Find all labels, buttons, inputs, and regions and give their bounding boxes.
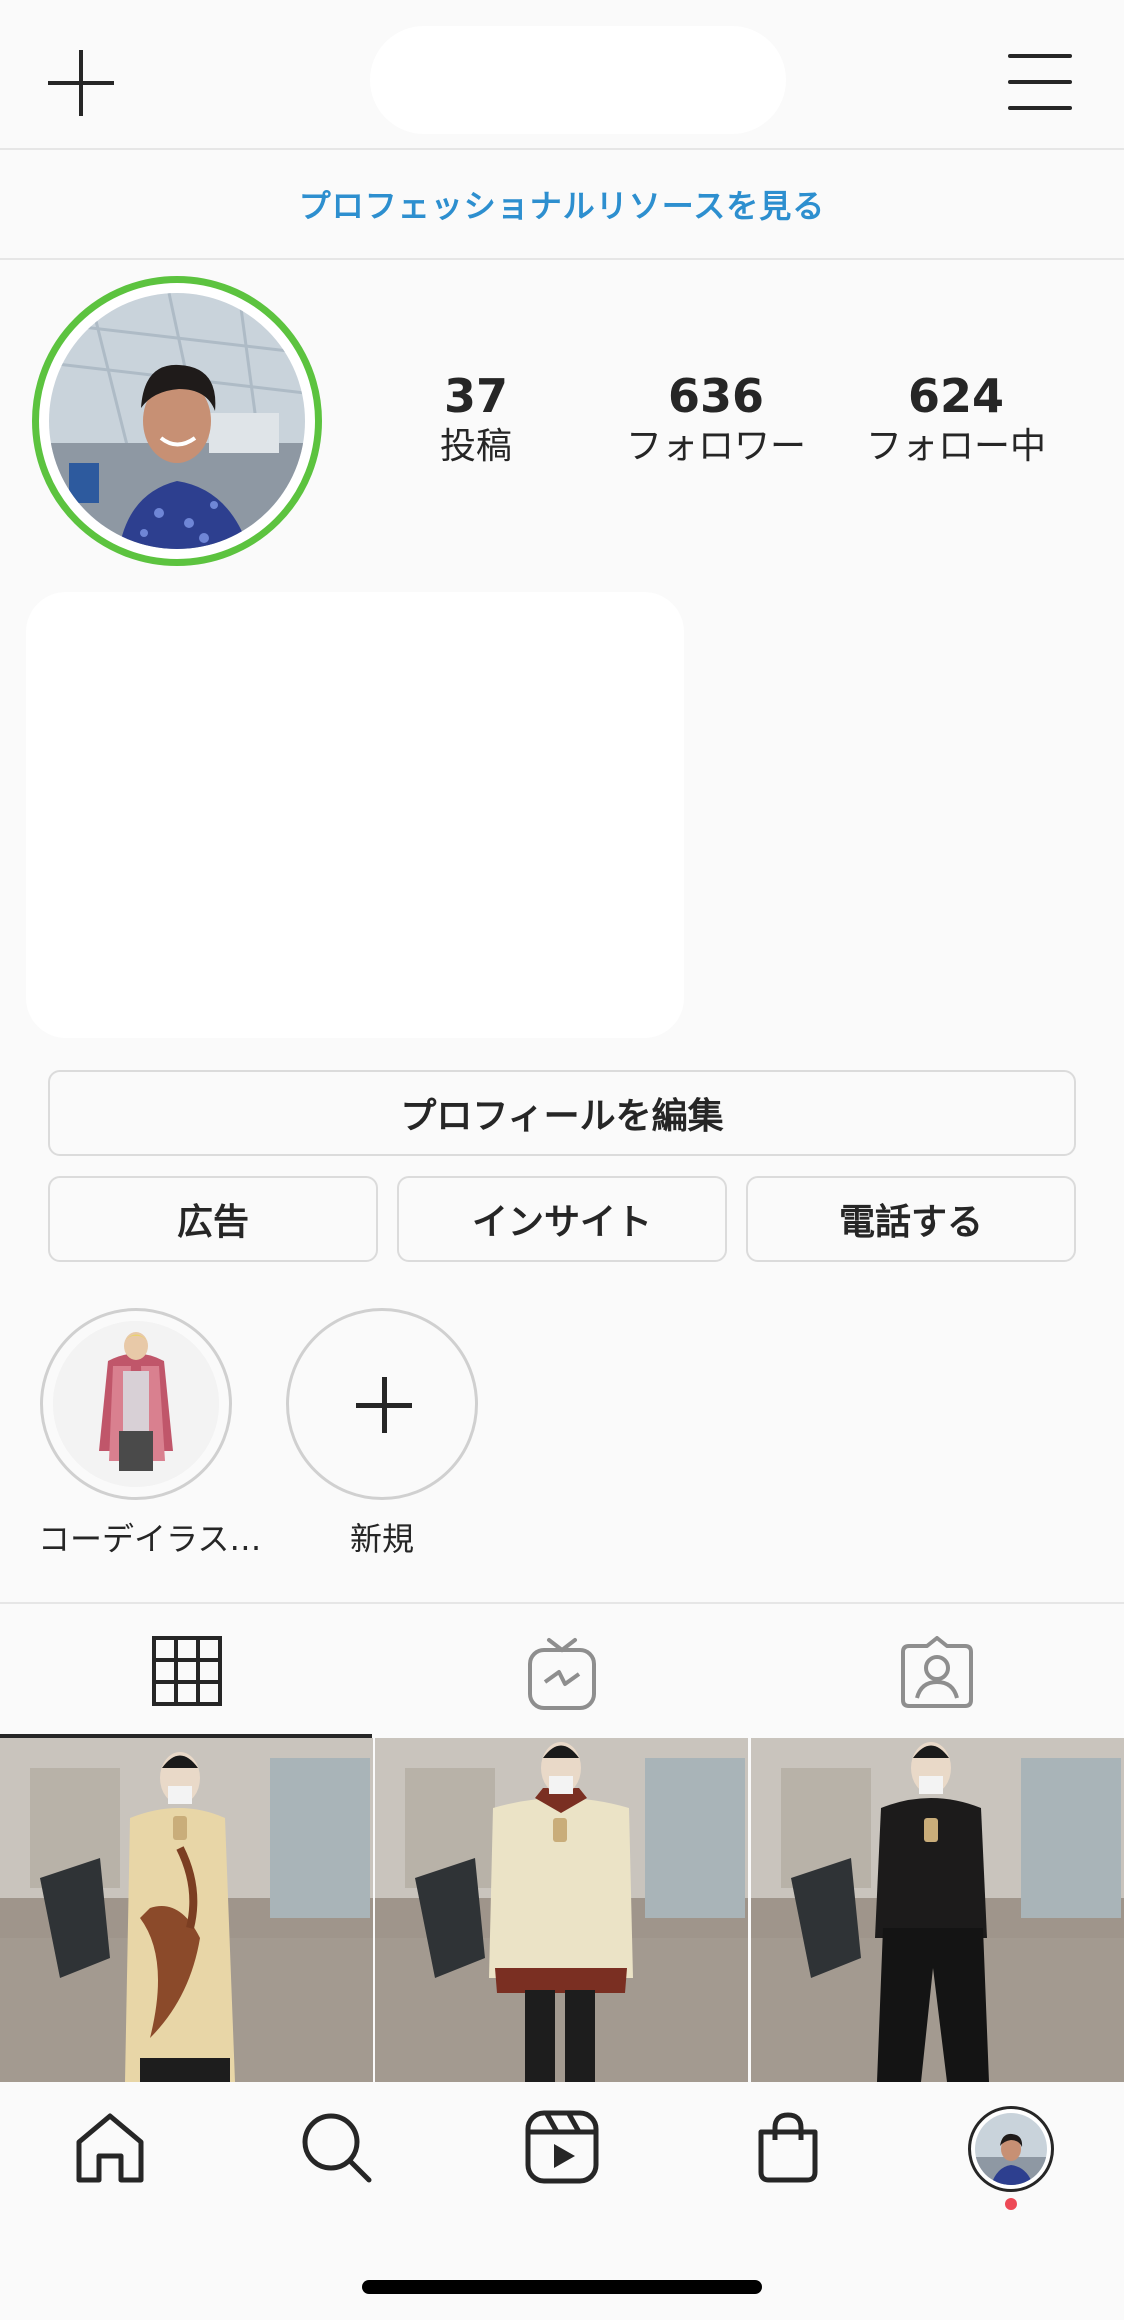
search-icon [302,2113,372,2183]
posts-stat[interactable]: 37 投稿 [366,368,586,470]
professional-resources-link[interactable]: プロフェッショナルリソースを見る [299,181,825,227]
following-label: フォロー中 [865,426,1046,467]
highlight-coordinate-illust[interactable]: コーデイラス… [38,1308,262,1560]
igtv-icon [528,1638,596,1710]
reels-icon [525,2110,599,2184]
home-icon [76,2113,144,2183]
call-button[interactable]: 電話する [746,1176,1076,1262]
profile-avatar-icon[interactable] [968,2106,1054,2192]
nav-home[interactable] [50,2110,170,2210]
post-thumbnail[interactable] [751,1738,1124,2082]
posts-label: 投稿 [439,426,512,467]
notification-dot [1005,2198,1017,2210]
post-grid [0,1738,1124,2082]
tagged-user-icon [901,1636,973,1708]
highlight-cover-image [53,1321,219,1487]
tab-tagged[interactable] [750,1604,1124,1738]
home-indicator[interactable] [362,2280,762,2294]
tab-igtv[interactable] [375,1604,749,1738]
nav-reels[interactable] [502,2110,622,2210]
nav-search[interactable] [276,2110,396,2210]
following-stat[interactable]: 624 フォロー中 [846,368,1066,470]
followers-count: 636 [667,369,765,423]
post-thumbnail[interactable] [375,1738,748,2082]
followers-label: フォロワー [625,426,806,467]
highlight-label: コーデイラス… [38,1520,262,1558]
edit-profile-button[interactable]: プロフィールを編集 [48,1070,1076,1156]
plus-icon[interactable] [46,48,116,118]
followers-stat[interactable]: 636 フォロワー [606,368,826,470]
username-switcher[interactable] [370,26,786,134]
grid-icon [152,1636,222,1706]
professional-banner: プロフェッショナルリソースを見る [0,150,1124,260]
hamburger-menu-icon[interactable] [1008,54,1072,112]
highlight-new[interactable]: 新規 [284,1308,480,1560]
nav-shop[interactable] [728,2110,848,2210]
avatar-photo [49,293,305,549]
posts-count: 37 [443,369,508,423]
ads-button[interactable]: 広告 [48,1176,378,1262]
tab-grid[interactable] [0,1604,374,1738]
profile-bio [26,592,684,1038]
post-thumbnail[interactable] [0,1738,373,2082]
highlight-circle [40,1308,232,1500]
following-count: 624 [907,369,1005,423]
profile-tabs [0,1602,1124,1738]
highlight-label: 新規 [349,1520,414,1558]
top-header [0,0,1124,150]
insights-button[interactable]: インサイト [397,1176,727,1262]
shop-bag-icon [758,2112,818,2183]
profile-avatar[interactable] [32,276,322,566]
new-highlight-plus-icon [286,1308,478,1500]
